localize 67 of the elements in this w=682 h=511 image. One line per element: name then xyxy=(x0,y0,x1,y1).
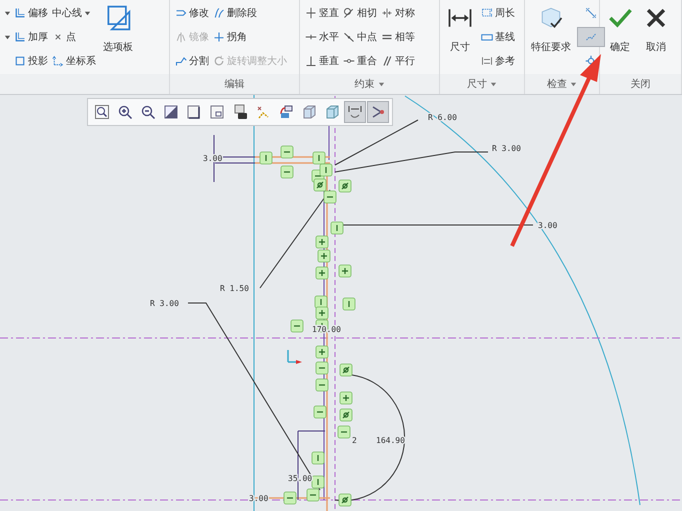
mirror-icon xyxy=(175,31,187,43)
ribbon-large-button[interactable]: 确定 xyxy=(604,0,636,74)
ribbon-button[interactable]: 平行 xyxy=(380,53,416,69)
group-title[interactable]: 编辑 xyxy=(224,77,244,91)
dimension-label[interactable]: R 6.00 xyxy=(428,113,457,122)
ribbon-button[interactable]: 点 xyxy=(51,29,97,45)
corner-icon xyxy=(213,31,225,43)
constraint-display-icon[interactable] xyxy=(367,101,389,123)
rotate-icon xyxy=(213,55,225,67)
caret-icon[interactable] xyxy=(490,80,497,88)
caret-icon[interactable] xyxy=(570,80,577,88)
square-icon xyxy=(14,55,26,67)
coordinate-axes-icon xyxy=(287,349,302,364)
ribbon-button[interactable]: 删除段 xyxy=(212,5,288,21)
caret-icon[interactable] xyxy=(378,80,384,88)
group-title[interactable]: 检查 xyxy=(547,77,567,91)
vertical-icon xyxy=(305,7,317,19)
perimeter-icon xyxy=(481,7,493,19)
symmetry-icon xyxy=(381,7,393,19)
ribbon-large-button[interactable]: 特征要求 xyxy=(529,0,573,74)
ribbon-button[interactable]: 周长 xyxy=(480,5,516,21)
coordinate-system-icon xyxy=(52,55,64,67)
group-title[interactable]: 尺寸 xyxy=(467,77,487,91)
dimension-display-icon[interactable] xyxy=(344,101,366,123)
group-title[interactable]: 关闭 xyxy=(630,77,650,91)
group-title[interactable]: 约束 xyxy=(354,77,374,91)
dimension-label[interactable]: R 3.00 xyxy=(492,144,521,153)
ribbon-button[interactable]: 重合 xyxy=(342,53,378,69)
ribbon-button[interactable]: 基线 xyxy=(480,29,516,45)
ribbon-button[interactable]: 竖直 xyxy=(304,5,340,21)
ribbon-large-button[interactable]: 取消 xyxy=(640,0,672,74)
ribbon-button[interactable]: 中心线 xyxy=(51,5,97,21)
offset-icon xyxy=(14,7,26,19)
ribbon-button[interactable]: 相切 xyxy=(342,5,378,21)
dimension-label[interactable]: 3.00 xyxy=(538,221,558,230)
parallel-icon xyxy=(381,55,393,67)
modify-icon xyxy=(175,7,187,19)
offset-icon xyxy=(14,31,26,43)
dropdown-arrow-icon[interactable] xyxy=(4,34,11,40)
ribbon-button[interactable]: 投影 xyxy=(13,53,49,69)
ribbon-button[interactable]: 参考 xyxy=(480,53,516,69)
delete-segment-icon xyxy=(213,7,225,19)
ribbon-button[interactable]: 修改 xyxy=(174,5,210,21)
ribbon-button[interactable]: 坐标系 xyxy=(51,53,97,69)
divide-icon xyxy=(175,55,187,67)
ribbon-button[interactable]: 相等 xyxy=(380,29,416,45)
dimension-label[interactable]: 2 xyxy=(352,436,357,445)
ribbon-button[interactable]: 加厚 xyxy=(13,29,49,45)
ribbon-large-button[interactable]: 选项板 xyxy=(101,0,135,74)
midpoint-icon xyxy=(343,31,355,43)
perpendicular-icon xyxy=(305,55,317,67)
ribbon-button[interactable]: 中点 xyxy=(342,29,378,45)
dimension-label[interactable]: R 3.00 xyxy=(150,299,179,308)
ribbon-button[interactable]: 分割 xyxy=(174,53,210,69)
ribbon-large-button[interactable]: 尺寸 xyxy=(444,0,476,74)
dropdown-arrow-icon[interactable] xyxy=(4,10,11,16)
reference-icon xyxy=(481,55,493,67)
dotted-path-icon xyxy=(585,31,597,43)
ribbon-button[interactable]: 对称 xyxy=(380,5,416,21)
ribbon-button[interactable]: 水平 xyxy=(304,29,340,45)
dimension-label[interactable]: R 1.50 xyxy=(220,284,249,293)
ribbon-button[interactable]: 拐角 xyxy=(212,29,288,45)
diagonal-icon xyxy=(585,7,597,19)
ribbon-button[interactable]: 偏移 xyxy=(13,5,49,21)
check-tool-button[interactable] xyxy=(577,27,605,47)
ribbon-button[interactable]: 垂直 xyxy=(304,53,340,69)
tangent-icon xyxy=(343,7,355,19)
